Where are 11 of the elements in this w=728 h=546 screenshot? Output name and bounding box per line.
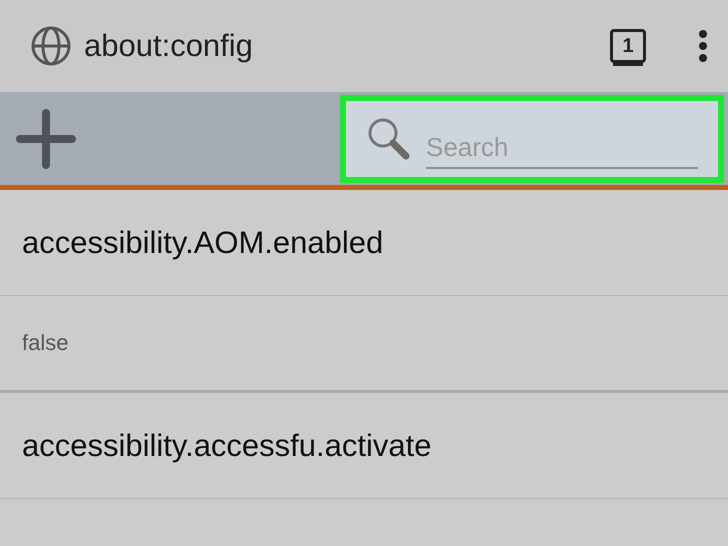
preference-value: false	[0, 296, 728, 393]
preference-name[interactable]: accessibility.AOM.enabled	[0, 190, 728, 296]
tab-count-button[interactable]: 1	[610, 29, 646, 63]
address-text[interactable]: about:config	[84, 28, 598, 64]
search-input[interactable]: Search	[426, 128, 698, 169]
globe-icon	[30, 25, 72, 67]
search-icon	[366, 116, 412, 162]
add-icon[interactable]	[16, 108, 76, 168]
menu-icon[interactable]	[698, 29, 708, 63]
search-field[interactable]: Search	[340, 94, 724, 182]
preference-name[interactable]: accessibility.accessfu.activate	[0, 393, 728, 499]
